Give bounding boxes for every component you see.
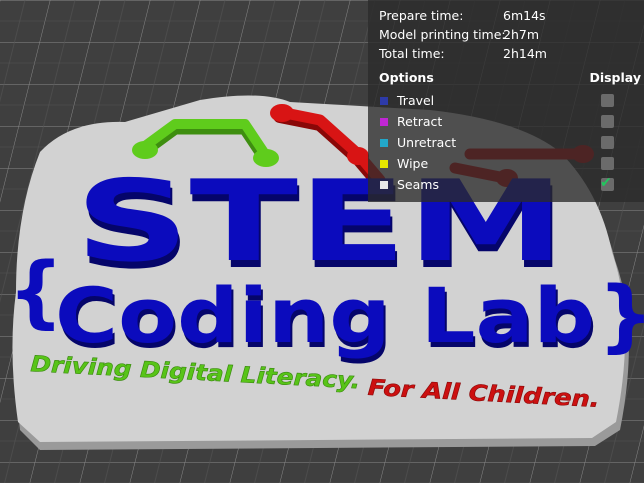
options-header: Options Display [379, 69, 644, 87]
model-subtitle: Coding Lab [55, 271, 595, 360]
seams-display-checkbox[interactable]: ✔ [600, 175, 614, 191]
option-retract[interactable]: Retract [379, 111, 644, 132]
stat-value: 2h7m [503, 27, 540, 42]
option-wipe[interactable]: Wipe [379, 153, 644, 174]
stat-label: Total time: [379, 46, 445, 61]
option-label: Unretract [397, 135, 457, 150]
display-title: Display [589, 70, 641, 85]
retract-color-swatch [380, 118, 388, 126]
seams-color-swatch [380, 181, 388, 189]
option-label: Travel [397, 93, 435, 108]
stat-value: 6m14s [503, 8, 546, 23]
option-label: Retract [397, 114, 443, 129]
option-label: Seams [397, 177, 439, 192]
wipe-display-checkbox[interactable] [601, 157, 614, 170]
travel-display-checkbox[interactable] [601, 94, 614, 107]
option-seams[interactable]: Seams ✔ [379, 174, 644, 195]
stat-value: 2h14m [503, 46, 547, 61]
retract-display-checkbox[interactable] [601, 115, 614, 128]
unretract-display-checkbox[interactable] [601, 136, 614, 149]
checkmark-icon: ✔ [600, 175, 612, 191]
travel-color-swatch [380, 97, 388, 105]
option-label: Wipe [397, 156, 429, 171]
brace-right: } [598, 271, 644, 361]
slice-info-panel: Prepare time: 6m14s Model printing time:… [368, 0, 644, 202]
wipe-color-swatch [380, 160, 388, 168]
option-unretract[interactable]: Unretract [379, 132, 644, 153]
options-title: Options [379, 70, 434, 85]
unretract-color-swatch [380, 139, 388, 147]
option-travel[interactable]: Travel [379, 90, 644, 111]
stat-label: Model printing time: [379, 27, 506, 42]
stat-label: Prepare time: [379, 8, 464, 23]
